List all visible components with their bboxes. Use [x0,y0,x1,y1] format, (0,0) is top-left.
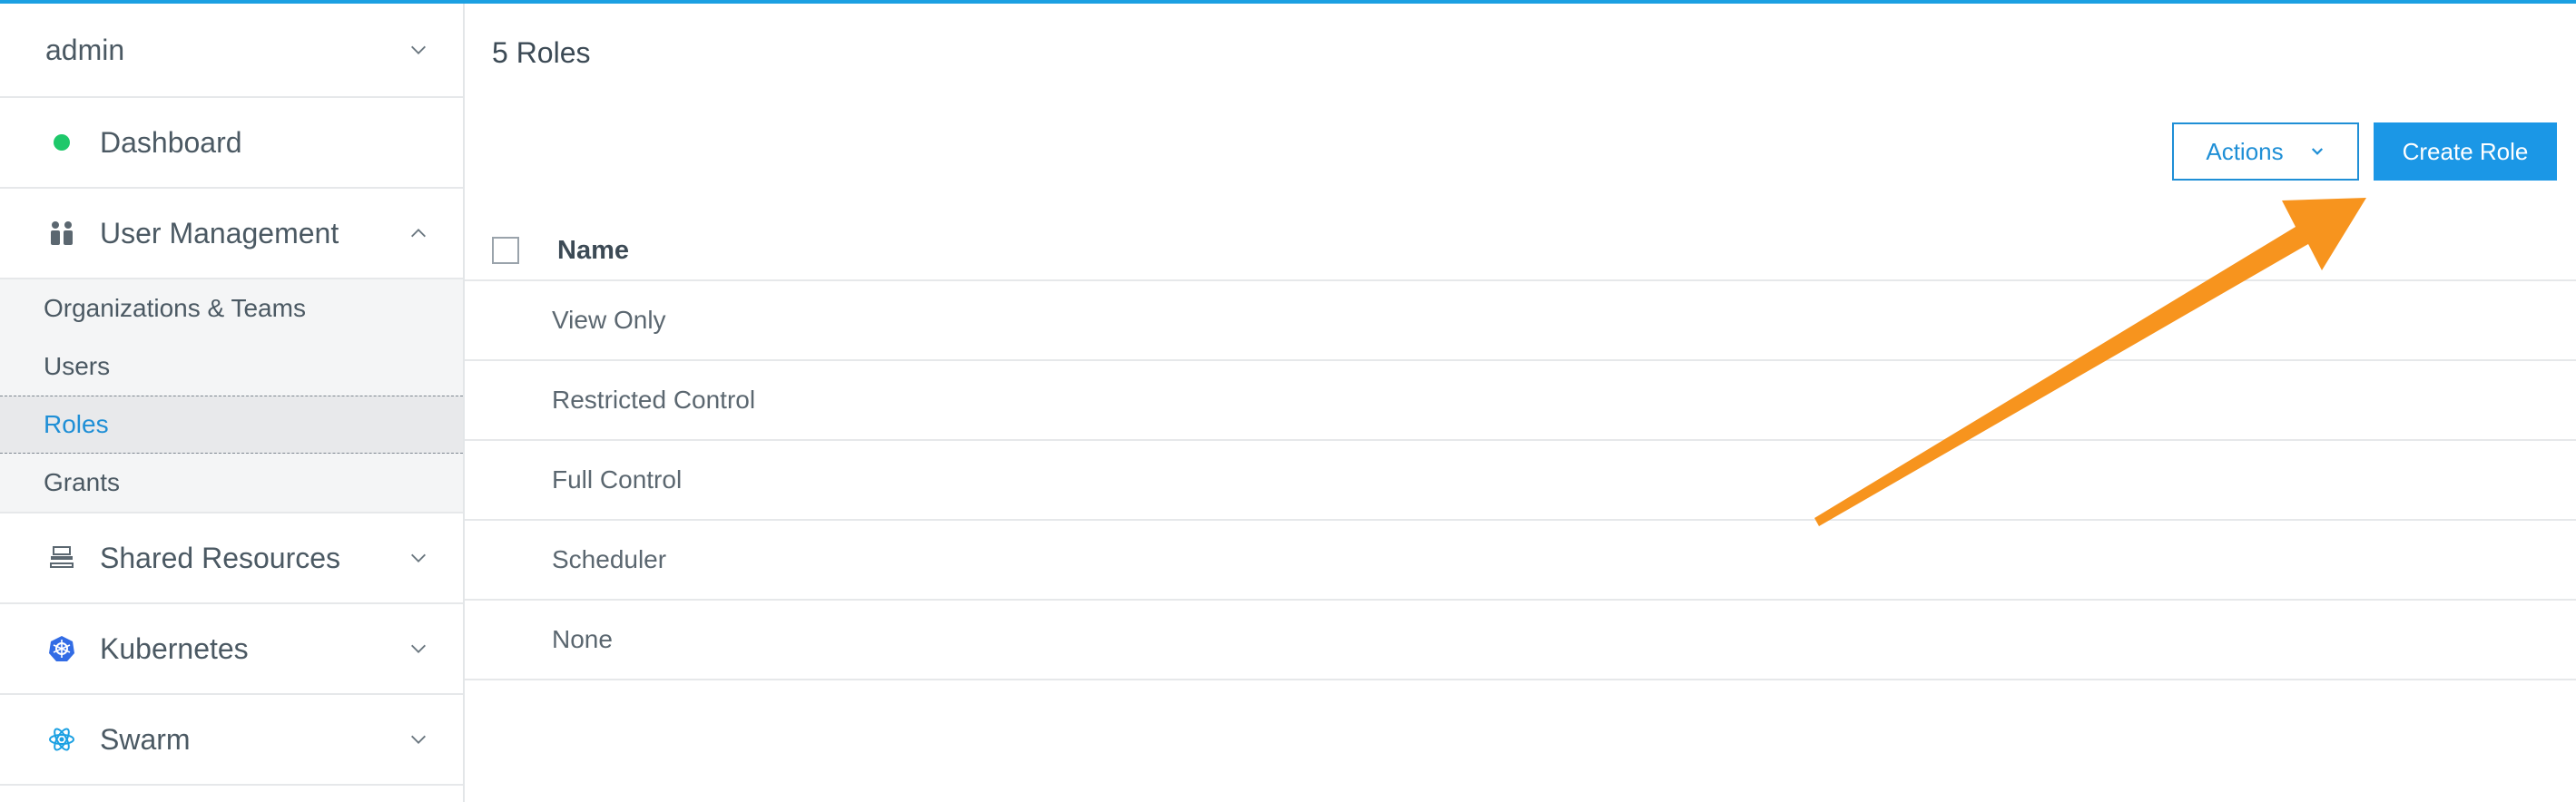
submenu-item-organizations-teams[interactable]: Organizations & Teams [0,279,463,337]
sidebar: admin Dashboard User Management Organiza… [0,4,465,802]
select-all-checkbox[interactable] [492,237,519,264]
table-header: Name [465,221,2576,281]
chevron-down-icon [411,553,426,562]
table-row[interactable]: Full Control [465,441,2576,521]
sidebar-item-user-management[interactable]: User Management [0,189,463,279]
page-title: 5 Roles [492,36,591,69]
sidebar-item-label: Dashboard [100,125,242,159]
swarm-icon [44,721,80,758]
shared-resources-icon [44,540,80,576]
user-name: admin [45,33,125,66]
submenu-item-grants[interactable]: Grants [0,454,463,512]
table-row[interactable]: Restricted Control [465,361,2576,441]
create-role-button[interactable]: Create Role [2374,122,2557,181]
sidebar-item-swarm[interactable]: Swarm [0,695,463,786]
table-row[interactable]: Scheduler [465,521,2576,601]
actions-dropdown-button[interactable]: Actions [2172,122,2359,181]
users-icon [44,215,80,251]
actions-label: Actions [2206,137,2284,165]
sidebar-item-label: Kubernetes [100,631,249,665]
chevron-up-icon [411,229,426,238]
submenu-item-roles[interactable]: Roles [0,396,463,454]
column-header-name: Name [557,235,629,265]
user-management-submenu: Organizations & Teams Users Roles Grants [0,279,463,513]
roles-table: Name View Only Restricted Control Full C… [465,221,2576,680]
chevron-down-icon [411,45,426,54]
sidebar-item-dashboard[interactable]: Dashboard [0,98,463,189]
sidebar-item-kubernetes[interactable]: Kubernetes [0,604,463,695]
status-dot-icon [44,124,80,161]
chevron-down-icon [2311,148,2323,155]
sidebar-item-label: Shared Resources [100,541,341,574]
user-menu[interactable]: admin [0,4,463,98]
submenu-item-users[interactable]: Users [0,337,463,396]
sidebar-item-label: Swarm [100,722,191,756]
table-row[interactable]: View Only [465,281,2576,361]
chevron-down-icon [411,644,426,653]
sidebar-item-shared-resources[interactable]: Shared Resources [0,513,463,604]
chevron-down-icon [411,735,426,744]
sidebar-item-label: User Management [100,216,339,249]
main-content: 5 Roles Actions Create Role Name View On… [465,4,2576,802]
table-row[interactable]: None [465,601,2576,680]
kubernetes-icon [44,631,80,667]
